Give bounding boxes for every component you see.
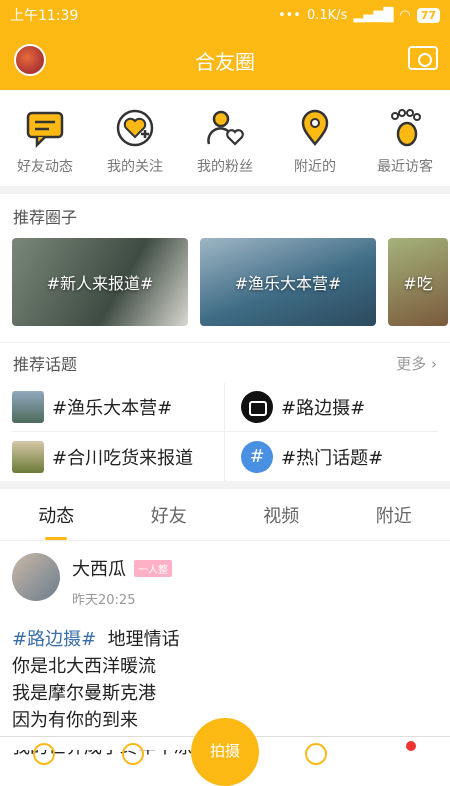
topics-header: 推荐话题 更多 ›	[0, 343, 450, 383]
more-dots-icon: •••	[278, 8, 301, 23]
circle-card-label: #渔乐大本营#	[235, 270, 342, 294]
quick-entries: 好友动态 我的关注 我的粉丝 附近的 最近访	[0, 90, 450, 194]
topic-label: #合川吃货来报道	[52, 444, 193, 470]
post-meta: 大西瓜 一人整 昨天20:25	[72, 553, 172, 608]
hashtag-icon: #	[241, 441, 273, 473]
tab-video[interactable]: 视频	[225, 489, 338, 540]
post-header: 大西瓜 一人整 昨天20:25	[12, 553, 438, 608]
quick-label: 我的关注	[107, 156, 163, 176]
circle-carousel[interactable]: #新人来报道# #渔乐大本营# #吃	[0, 238, 450, 330]
message-icon[interactable]	[305, 743, 327, 765]
capture-button[interactable]: 拍摄	[191, 718, 259, 786]
app-header: 合友圈	[0, 30, 450, 90]
topic-label: #路边摄#	[281, 394, 365, 420]
circle-card-label: #新人来报道#	[47, 270, 154, 294]
page-title: 合友圈	[195, 46, 255, 75]
quick-item-fans[interactable]: 我的粉丝	[185, 108, 265, 176]
wifi-icon: ◠	[399, 8, 410, 23]
post-line: 你是北大西洋暖流	[12, 653, 438, 680]
my-avatar[interactable]	[14, 44, 46, 76]
circle-card[interactable]: #渔乐大本营#	[200, 238, 376, 326]
quick-label: 我的粉丝	[197, 156, 253, 176]
topic-item[interactable]: # #热门话题#	[225, 432, 438, 481]
circle-card[interactable]: #新人来报道#	[12, 238, 188, 326]
quick-label: 好友动态	[17, 156, 73, 176]
post-title: 地理情话	[108, 629, 180, 650]
home-icon[interactable]	[33, 743, 55, 765]
post-title-line: #路边摄# 地理情话	[12, 626, 438, 653]
heart-plus-icon	[115, 108, 155, 148]
network-speed: 0.1K/s	[307, 8, 347, 23]
chat-icon	[25, 108, 65, 148]
tab-friends[interactable]: 好友	[113, 489, 226, 540]
quick-item-following[interactable]: 我的关注	[95, 108, 175, 176]
section-title-topics: 推荐话题	[13, 351, 77, 375]
post-hashtag[interactable]: #路边摄#	[12, 629, 96, 650]
post-line: 我是摩尔曼斯克港	[12, 680, 438, 707]
topic-label: #渔乐大本营#	[52, 394, 172, 420]
topic-thumbnail	[12, 441, 44, 473]
camera-icon[interactable]	[408, 46, 438, 70]
capture-label: 拍摄	[210, 740, 240, 761]
quick-label: 最近访客	[377, 156, 433, 176]
status-right: ••• 0.1K/s ▂▄▆█ ◠ 77	[278, 8, 440, 23]
quick-label: 附近的	[294, 156, 336, 176]
location-pin-icon	[295, 108, 335, 148]
topic-thumbnail	[12, 391, 44, 423]
camera-icon	[241, 391, 273, 423]
topic-item[interactable]: #合川吃货来报道	[12, 432, 225, 481]
feed-tabs: 动态 好友 视频 附近	[0, 489, 450, 541]
section-title-circles: 推荐圈子	[0, 194, 450, 238]
author-name[interactable]: 大西瓜	[72, 555, 126, 581]
quick-item-friend-feed[interactable]: 好友动态	[5, 108, 85, 176]
signal-icon: ▂▄▆█	[353, 8, 393, 23]
footprint-icon	[385, 108, 425, 148]
topic-item[interactable]: #渔乐大本营#	[12, 383, 225, 432]
avatar[interactable]	[12, 553, 60, 601]
post-timestamp: 昨天20:25	[72, 589, 172, 608]
topic-item[interactable]: #路边摄#	[225, 383, 438, 432]
topic-label: #热门话题#	[281, 444, 383, 470]
battery-level: 77	[417, 8, 440, 23]
chevron-right-icon: ›	[426, 355, 437, 373]
more-label: 更多	[396, 355, 426, 373]
post-author: 大西瓜 一人整	[72, 555, 172, 581]
more-topics-link[interactable]: 更多 ›	[396, 353, 437, 374]
quick-item-nearby[interactable]: 附近的	[275, 108, 355, 176]
status-badge: 一人整	[134, 560, 172, 577]
person-heart-icon	[205, 108, 245, 148]
quick-item-visitors[interactable]: 最近访客	[365, 108, 445, 176]
circle-card-label: #吃	[403, 270, 432, 294]
circle-card[interactable]: #吃	[388, 238, 448, 326]
status-time: 上午11:39	[10, 5, 78, 25]
topic-grid: #渔乐大本营# #路边摄# #合川吃货来报道 # #热门话题#	[0, 383, 450, 489]
status-bar: 上午11:39 ••• 0.1K/s ▂▄▆█ ◠ 77	[0, 0, 450, 30]
tab-nearby[interactable]: 附近	[338, 489, 450, 540]
tab-feed[interactable]: 动态	[0, 489, 113, 540]
discover-icon[interactable]	[122, 743, 144, 765]
